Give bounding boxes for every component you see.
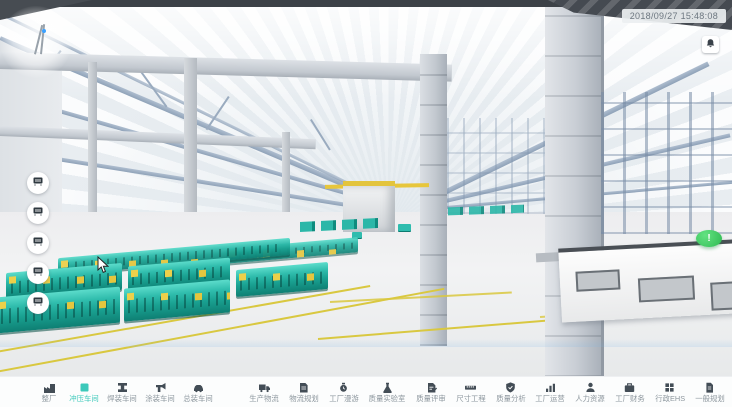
clipboard-icon — [297, 381, 310, 394]
document-icon — [703, 381, 716, 394]
bell-icon — [705, 36, 716, 54]
tab-assembly-shop[interactable]: 总装车间 — [182, 377, 214, 407]
control-room-window — [710, 281, 732, 311]
agv-cart — [398, 224, 411, 231]
toolbar-glow — [0, 339, 732, 347]
tab-quality-lab[interactable]: 质量实验室 — [367, 377, 407, 407]
equipment-marker-button[interactable] — [27, 232, 49, 254]
tab-human-resources[interactable]: 人力资源 — [574, 377, 606, 407]
tab-painting-shop[interactable]: 涂装车间 — [144, 377, 176, 407]
steel-rack — [601, 92, 732, 234]
tab-factory-finance[interactable]: 工厂财务 — [614, 377, 646, 407]
equipment-marker-button[interactable] — [27, 202, 49, 224]
steel-rack — [447, 118, 545, 214]
pillar — [420, 54, 447, 346]
digital-twin-factory-app: ! 2018/09/27 15:48:08 整厂 — [0, 0, 732, 407]
grid-icon — [663, 381, 676, 394]
equipment-marker-button[interactable] — [27, 172, 49, 194]
tab-quality-review[interactable]: 质量评审 — [415, 377, 447, 407]
tab-stamping-shop[interactable]: 冲压车间 — [68, 377, 100, 407]
flask-icon — [381, 381, 394, 394]
tab-dimension-engineering[interactable]: 尺寸工程 — [455, 377, 487, 407]
document-review-icon — [425, 381, 438, 394]
equipment-panel-icon — [32, 174, 44, 192]
timestamp: 2018/09/27 15:48:08 — [622, 9, 726, 23]
stamping-shop-icon — [78, 381, 91, 394]
crane-light — [42, 29, 46, 33]
tab-welding-shop[interactable]: 焊装车间 — [106, 377, 138, 407]
factory-icon — [43, 381, 56, 394]
tab-logistics-planning[interactable]: 物流规划 — [288, 377, 320, 407]
ruler-icon — [464, 381, 477, 394]
workshop-tabs: 整厂 冲压车间 焊装车间 涂装车间 总装车间 — [36, 377, 214, 407]
control-room-window — [575, 269, 620, 291]
tab-quality-analysis[interactable]: 质量分析 — [495, 377, 527, 407]
bar-chart-icon — [544, 381, 557, 394]
equipment-marker-button[interactable] — [27, 262, 49, 284]
control-room — [558, 238, 732, 323]
tab-factory-roam[interactable]: 工厂漫游 — [328, 377, 360, 407]
welding-press-icon — [116, 381, 129, 394]
control-room-window — [638, 276, 695, 303]
equipment-panel-icon — [32, 264, 44, 282]
watch-icon — [337, 381, 350, 394]
equipment-panel-icon — [32, 294, 44, 312]
status-alert-marker[interactable]: ! — [696, 230, 722, 247]
paint-spray-icon — [154, 381, 167, 394]
tab-production-logistics[interactable]: 生产物流 — [248, 377, 280, 407]
tab-factory-operations[interactable]: 工厂运营 — [534, 377, 566, 407]
function-tabs: 生产物流 物流规划 工厂漫游 质量实验室 质量评审 尺寸工程 — [248, 377, 726, 407]
equipment-panel-icon — [32, 204, 44, 222]
equipment-marker-button[interactable] — [27, 292, 49, 314]
factory-3d-viewport[interactable]: ! 2018/09/27 15:48:08 — [0, 0, 732, 377]
tab-general-planning[interactable]: 一般规划 — [694, 377, 726, 407]
assembly-car-icon — [192, 381, 205, 394]
notification-button[interactable] — [702, 36, 719, 53]
tab-whole-plant[interactable]: 整厂 — [36, 377, 62, 407]
person-icon — [584, 381, 597, 394]
equipment-panel-icon — [32, 234, 44, 252]
bottom-toolbar: 整厂 冲压车间 焊装车间 涂装车间 总装车间 生产物流 — [0, 376, 732, 407]
shield-icon — [504, 381, 517, 394]
tab-admin-ehs[interactable]: 行政EHS — [654, 377, 686, 407]
mouse-cursor — [97, 256, 109, 279]
briefcase-icon — [623, 381, 636, 394]
truck-icon — [258, 381, 271, 394]
